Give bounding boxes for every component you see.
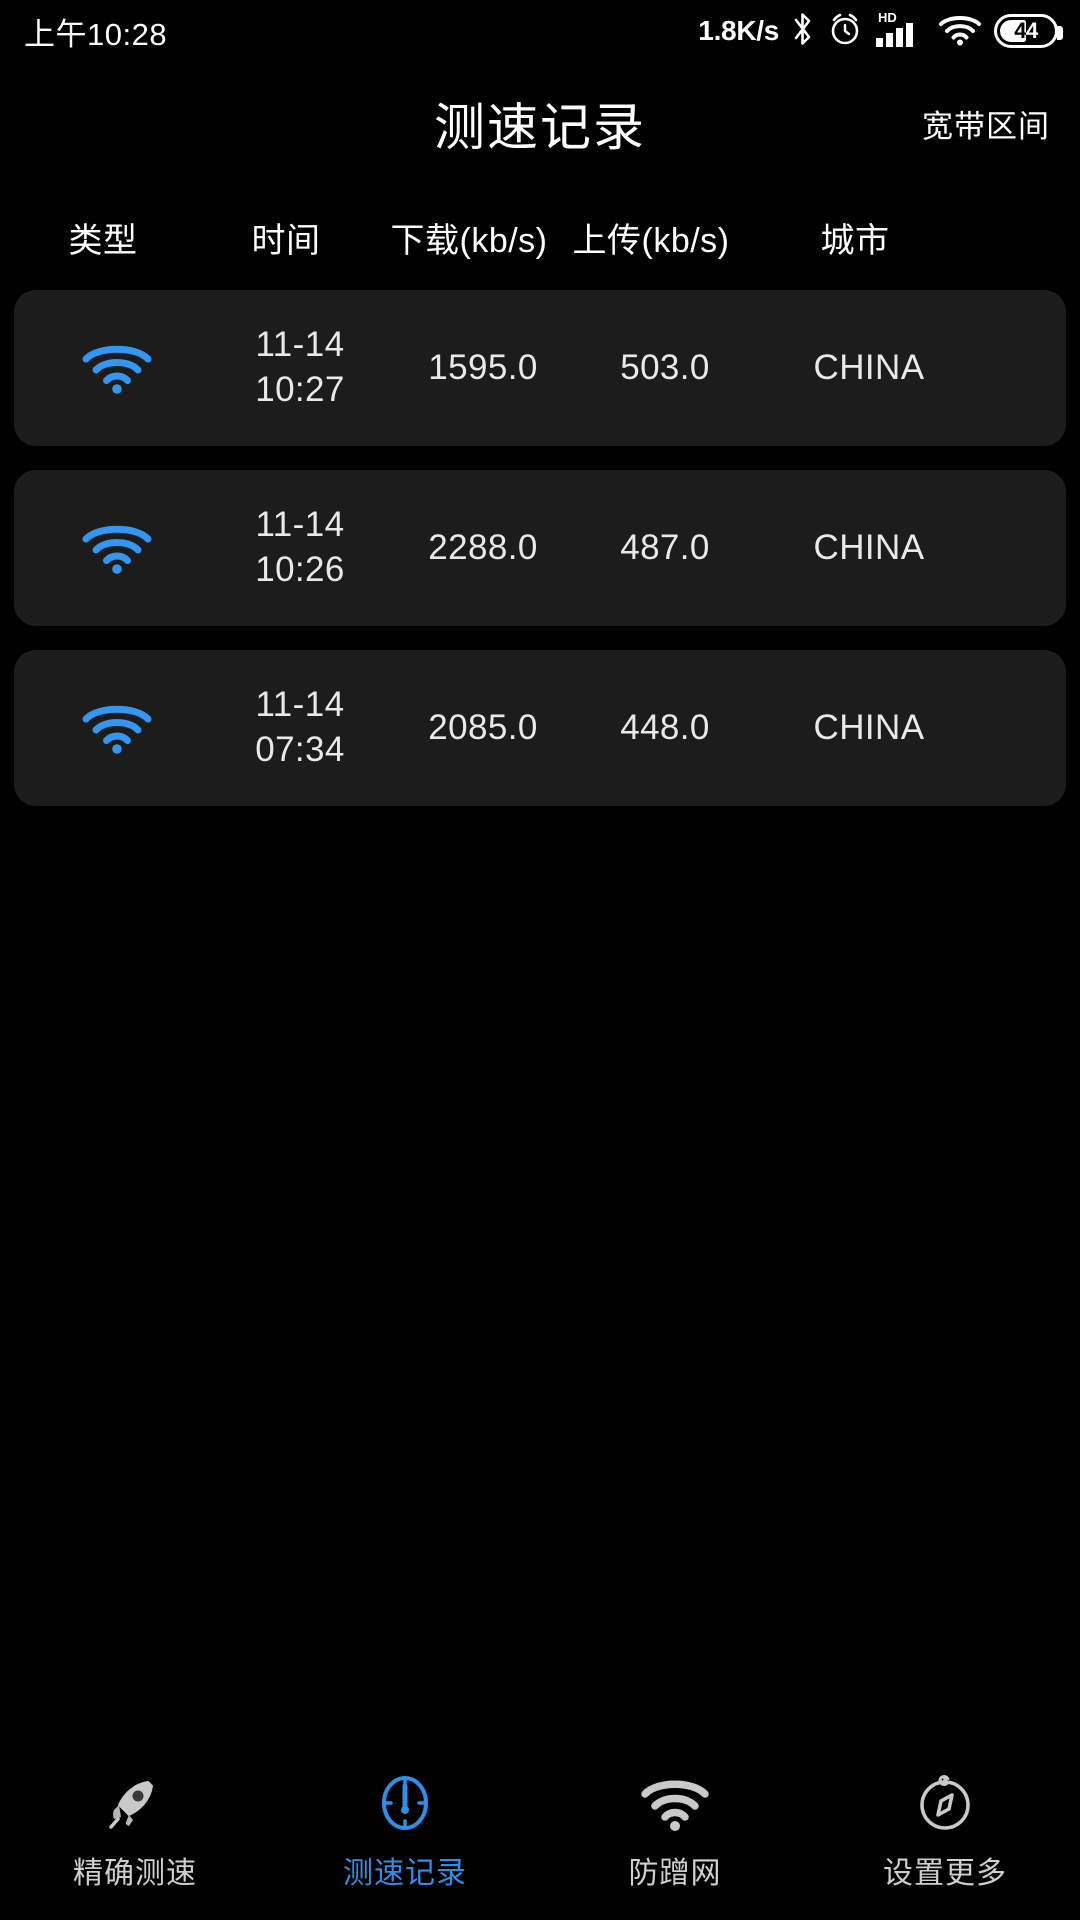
bluetooth-icon bbox=[790, 11, 816, 52]
cell-download: 1595.0 bbox=[428, 348, 538, 387]
cell-download: 2085.0 bbox=[428, 708, 538, 747]
cell-time-text: 10:26 bbox=[255, 550, 345, 589]
wifi-icon bbox=[639, 1772, 711, 1834]
bottom-navigation-bar: 精确测速 测速记录 防蹭网 设置更多 bbox=[0, 1744, 1080, 1920]
rocket-icon bbox=[104, 1772, 166, 1834]
nav-item-speedtest-records[interactable]: 测速记录 bbox=[270, 1744, 540, 1920]
network-speed-text: 1.8K/s bbox=[698, 15, 779, 46]
column-header-time: 时间 bbox=[251, 221, 321, 260]
cell-date-text: 11-14 bbox=[255, 325, 345, 365]
nav-label: 防蹭网 bbox=[628, 1857, 722, 1890]
cell-download: 2288.0 bbox=[428, 528, 538, 567]
app-bar: 测速记录 宽带区间 bbox=[0, 62, 1080, 184]
table-row[interactable]: 11-14 10:27 1595.0 503.0 CHINA bbox=[14, 290, 1066, 446]
nav-label: 测速记录 bbox=[343, 1857, 467, 1890]
battery-level-text: 44 bbox=[1014, 18, 1038, 43]
wifi-icon bbox=[24, 700, 210, 756]
table-header-row: 类型 时间 下载(kb/s) 上传(kb/s) 城市 bbox=[0, 184, 1080, 290]
status-bar-clock: 上午10:28 bbox=[24, 16, 168, 52]
cell-time-text: 10:27 bbox=[255, 370, 345, 409]
cell-time: 11-14 10:27 bbox=[210, 323, 390, 413]
cell-city: CHINA bbox=[813, 528, 925, 567]
table-row[interactable]: 11-14 10:26 2288.0 487.0 CHINA bbox=[14, 470, 1066, 626]
broadband-range-button[interactable]: 宽带区间 bbox=[922, 62, 1050, 184]
column-header-download: 下载(kb/s) bbox=[390, 221, 548, 260]
nav-item-settings-more[interactable]: 设置更多 bbox=[810, 1744, 1080, 1920]
table-row[interactable]: 11-14 07:34 2085.0 448.0 CHINA bbox=[14, 650, 1066, 806]
status-bar: 上午10:28 1.8K/s HD 44 bbox=[0, 0, 1080, 62]
cell-time: 11-14 10:26 bbox=[210, 503, 390, 593]
nav-label: 精确测速 bbox=[73, 1857, 197, 1890]
wifi-icon bbox=[24, 340, 210, 396]
cell-date-text: 11-14 bbox=[255, 685, 345, 725]
nav-item-wifi-protection[interactable]: 防蹭网 bbox=[540, 1744, 810, 1920]
cell-time: 11-14 07:34 bbox=[210, 683, 390, 773]
wifi-icon bbox=[937, 11, 983, 52]
cell-date-text: 11-14 bbox=[255, 505, 345, 545]
hd-cellular-signal-icon: HD bbox=[874, 9, 926, 54]
cell-upload: 448.0 bbox=[620, 708, 710, 747]
cell-city: CHINA bbox=[813, 708, 925, 747]
status-bar-icons: 1.8K/s HD 44 bbox=[698, 9, 1063, 54]
column-header-type: 类型 bbox=[68, 221, 138, 260]
svg-text:HD: HD bbox=[878, 10, 897, 25]
cell-upload: 487.0 bbox=[620, 528, 710, 567]
cell-city: CHINA bbox=[813, 348, 925, 387]
speedometer-icon bbox=[374, 1772, 436, 1834]
column-header-upload: 上传(kb/s) bbox=[572, 221, 730, 260]
speed-test-records-table: 类型 时间 下载(kb/s) 上传(kb/s) 城市 11-14 10:27 1… bbox=[0, 184, 1080, 830]
compass-icon bbox=[914, 1772, 976, 1834]
nav-label: 设置更多 bbox=[883, 1857, 1007, 1890]
nav-item-precise-speedtest[interactable]: 精确测速 bbox=[0, 1744, 270, 1920]
wifi-icon bbox=[24, 520, 210, 576]
column-header-city: 城市 bbox=[820, 221, 890, 260]
battery-indicator: 44 bbox=[994, 14, 1063, 48]
page-title: 测速记录 bbox=[433, 99, 646, 156]
alarm-clock-icon bbox=[827, 11, 863, 52]
cell-time-text: 07:34 bbox=[255, 730, 345, 769]
cell-upload: 503.0 bbox=[620, 348, 710, 387]
